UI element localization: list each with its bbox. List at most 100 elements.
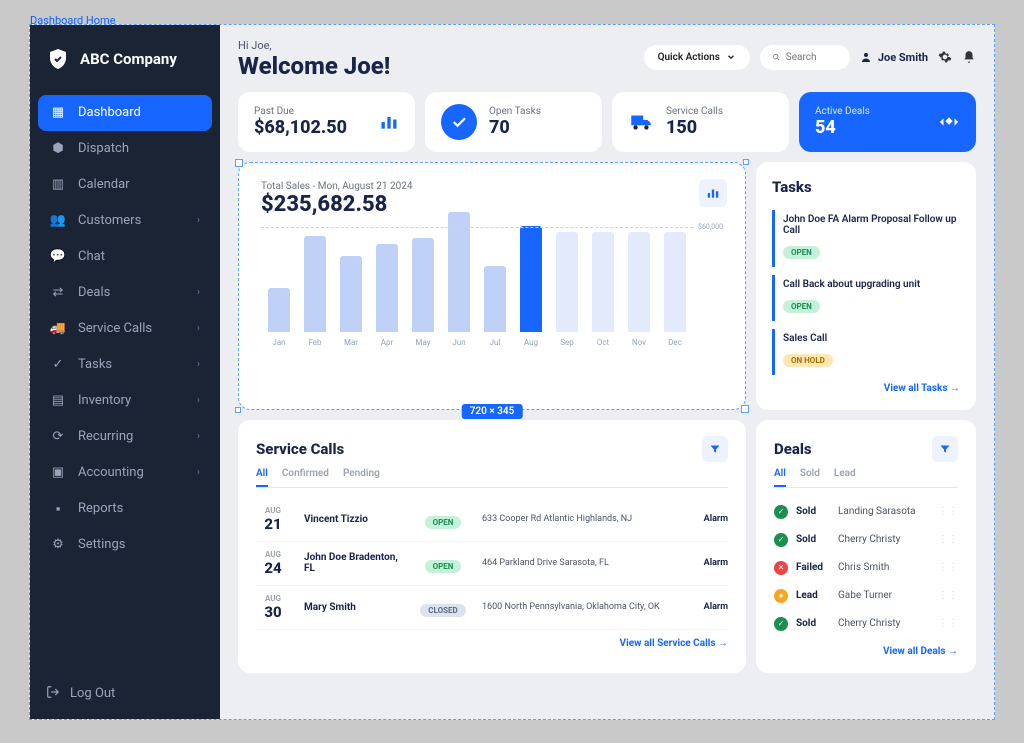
recurring-icon: ⟳ (50, 429, 66, 445)
bell-icon[interactable] (962, 50, 976, 64)
app-frame: ABC Company ▦Dashboard⬢Dispatch▥Calendar… (29, 24, 995, 720)
brand[interactable]: ABC Company (30, 25, 220, 95)
drag-handle-icon[interactable]: ⋮⋮ (938, 590, 958, 601)
bar (484, 266, 506, 332)
chart-bars: $60,000 JanFebMarAprMayJunJulAugSepOctNo… (261, 227, 723, 347)
tab-pending[interactable]: Pending (343, 468, 380, 487)
quick-actions-button[interactable]: Quick Actions (644, 45, 750, 70)
bar-dec[interactable]: Dec (657, 232, 693, 347)
address: 1600 North Pennsylvania, Oklahoma City, … (482, 602, 690, 612)
task-item[interactable]: Sales CallON HOLD (772, 329, 960, 375)
user-icon (860, 51, 872, 63)
nav-label: Calendar (78, 177, 130, 192)
status-badge: CLOSED (420, 604, 465, 617)
nav-label: Service Calls (78, 321, 152, 336)
date: AUG24 (256, 550, 290, 577)
nav-label: Chat (78, 249, 105, 264)
bar-aug[interactable]: Aug (513, 226, 549, 347)
quick-actions-label: Quick Actions (658, 52, 720, 63)
tab-lead[interactable]: Lead (834, 468, 856, 487)
active-deals-card[interactable]: Active Deals 54 (799, 92, 976, 152)
status-icon: ✓ (774, 505, 788, 519)
search-input[interactable] (786, 52, 838, 63)
tab-confirmed[interactable]: Confirmed (282, 468, 329, 487)
nav-item-recurring[interactable]: ⟳Recurring› (38, 419, 212, 455)
call-type: Alarm (704, 558, 728, 568)
bar-sep[interactable]: Sep (549, 232, 585, 347)
accounting-icon: ▣ (50, 465, 66, 481)
bar-apr[interactable]: Apr (369, 244, 405, 347)
view-all-deals-link[interactable]: View all Deals → (774, 646, 958, 657)
task-item[interactable]: John Doe FA Alarm Proposal Follow up Cal… (772, 210, 960, 267)
nav-item-dashboard[interactable]: ▦Dashboard (38, 95, 212, 131)
past-due-card[interactable]: Past Due $68,102.50 (238, 92, 415, 152)
nav-item-chat[interactable]: 💬Chat (38, 239, 212, 275)
user-menu[interactable]: Joe Smith (860, 51, 928, 64)
stat-cards: Past Due $68,102.50 Open Tasks 70 Servic… (238, 92, 976, 152)
deal-name: Cherry Christy (838, 534, 930, 545)
view-all-service-calls-link[interactable]: View all Service Calls → (256, 638, 728, 649)
nav-item-settings[interactable]: ⚙Settings (38, 527, 212, 563)
search-box[interactable] (760, 45, 850, 70)
open-tasks-card[interactable]: Open Tasks 70 (425, 92, 602, 152)
filter-button[interactable] (702, 436, 728, 462)
nav-item-service-calls[interactable]: 🚚Service Calls› (38, 311, 212, 347)
nav-item-customers[interactable]: 👥Customers› (38, 203, 212, 239)
bar-jul[interactable]: Jul (477, 266, 513, 347)
drag-handle-icon[interactable]: ⋮⋮ (938, 534, 958, 545)
deal-row[interactable]: ✓SoldCherry Christy⋮⋮ (774, 610, 958, 638)
customer-name: John Doe Bradenton, FL (304, 552, 404, 574)
bar-label: Jun (452, 338, 465, 347)
main: Hi Joe, Welcome Joe! Quick Actions Joe S… (220, 25, 994, 719)
bar-may[interactable]: May (405, 238, 441, 347)
task-name: John Doe FA Alarm Proposal Follow up Cal… (783, 214, 960, 236)
deal-name: Landing Sarasota (838, 506, 930, 517)
service-call-row[interactable]: AUG21Vincent TizzioOPEN633 Cooper Rd Atl… (256, 498, 728, 542)
bar-jun[interactable]: Jun (441, 212, 477, 347)
drag-handle-icon[interactable]: ⋮⋮ (938, 562, 958, 573)
bar (340, 256, 362, 332)
customer-name: Mary Smith (304, 602, 404, 613)
bar (628, 232, 650, 332)
nav-item-tasks[interactable]: ✓Tasks› (38, 347, 212, 383)
status-icon: ● (774, 589, 788, 603)
service-call-row[interactable]: AUG30Mary SmithCLOSED1600 North Pennsylv… (256, 586, 728, 630)
filter-button[interactable] (932, 436, 958, 462)
bar-oct[interactable]: Oct (585, 232, 621, 347)
bar-mar[interactable]: Mar (333, 256, 369, 347)
chart-value: $235,682.58 (261, 192, 723, 217)
bar-jan[interactable]: Jan (261, 288, 297, 347)
chevron-right-icon: › (197, 431, 200, 442)
service-calls-card[interactable]: Service Calls 150 (612, 92, 789, 152)
tab-all[interactable]: All (256, 468, 268, 487)
gear-icon[interactable] (938, 50, 952, 64)
nav-item-deals[interactable]: ⇄Deals› (38, 275, 212, 311)
deal-row[interactable]: ✓SoldCherry Christy⋮⋮ (774, 526, 958, 554)
service-call-row[interactable]: AUG24John Doe Bradenton, FLOPEN464 Parkl… (256, 542, 728, 586)
date: AUG21 (256, 506, 290, 533)
deal-row[interactable]: ●LeadGabe Turner⋮⋮ (774, 582, 958, 610)
task-item[interactable]: Call Back about upgrading unitOPEN (772, 275, 960, 321)
deal-row[interactable]: ✕FailedChris Smith⋮⋮ (774, 554, 958, 582)
drag-handle-icon[interactable]: ⋮⋮ (938, 506, 958, 517)
tab-sold[interactable]: Sold (800, 468, 820, 487)
nav-item-dispatch[interactable]: ⬢Dispatch (38, 131, 212, 167)
deal-name: Chris Smith (838, 562, 930, 573)
nav-item-inventory[interactable]: ▤Inventory› (38, 383, 212, 419)
nav-item-reports[interactable]: ▪Reports (38, 491, 212, 527)
bar-label: Nov (632, 338, 646, 347)
chart-toggle-icon[interactable] (699, 179, 727, 207)
drag-handle-icon[interactable]: ⋮⋮ (938, 618, 958, 629)
nav-label: Accounting (78, 465, 144, 480)
deals-tabs: All Sold Lead (774, 468, 958, 488)
tab-all[interactable]: All (774, 468, 786, 487)
deal-row[interactable]: ✓SoldLanding Sarasota⋮⋮ (774, 498, 958, 526)
bar-label: Oct (597, 338, 609, 347)
card-value: 70 (489, 117, 541, 138)
logout-button[interactable]: Log Out (30, 669, 220, 719)
bar-nov[interactable]: Nov (621, 232, 657, 347)
nav-item-accounting[interactable]: ▣Accounting› (38, 455, 212, 491)
view-all-tasks-link[interactable]: View all Tasks → (772, 383, 960, 394)
bar-feb[interactable]: Feb (297, 236, 333, 347)
nav-item-calendar[interactable]: ▥Calendar (38, 167, 212, 203)
